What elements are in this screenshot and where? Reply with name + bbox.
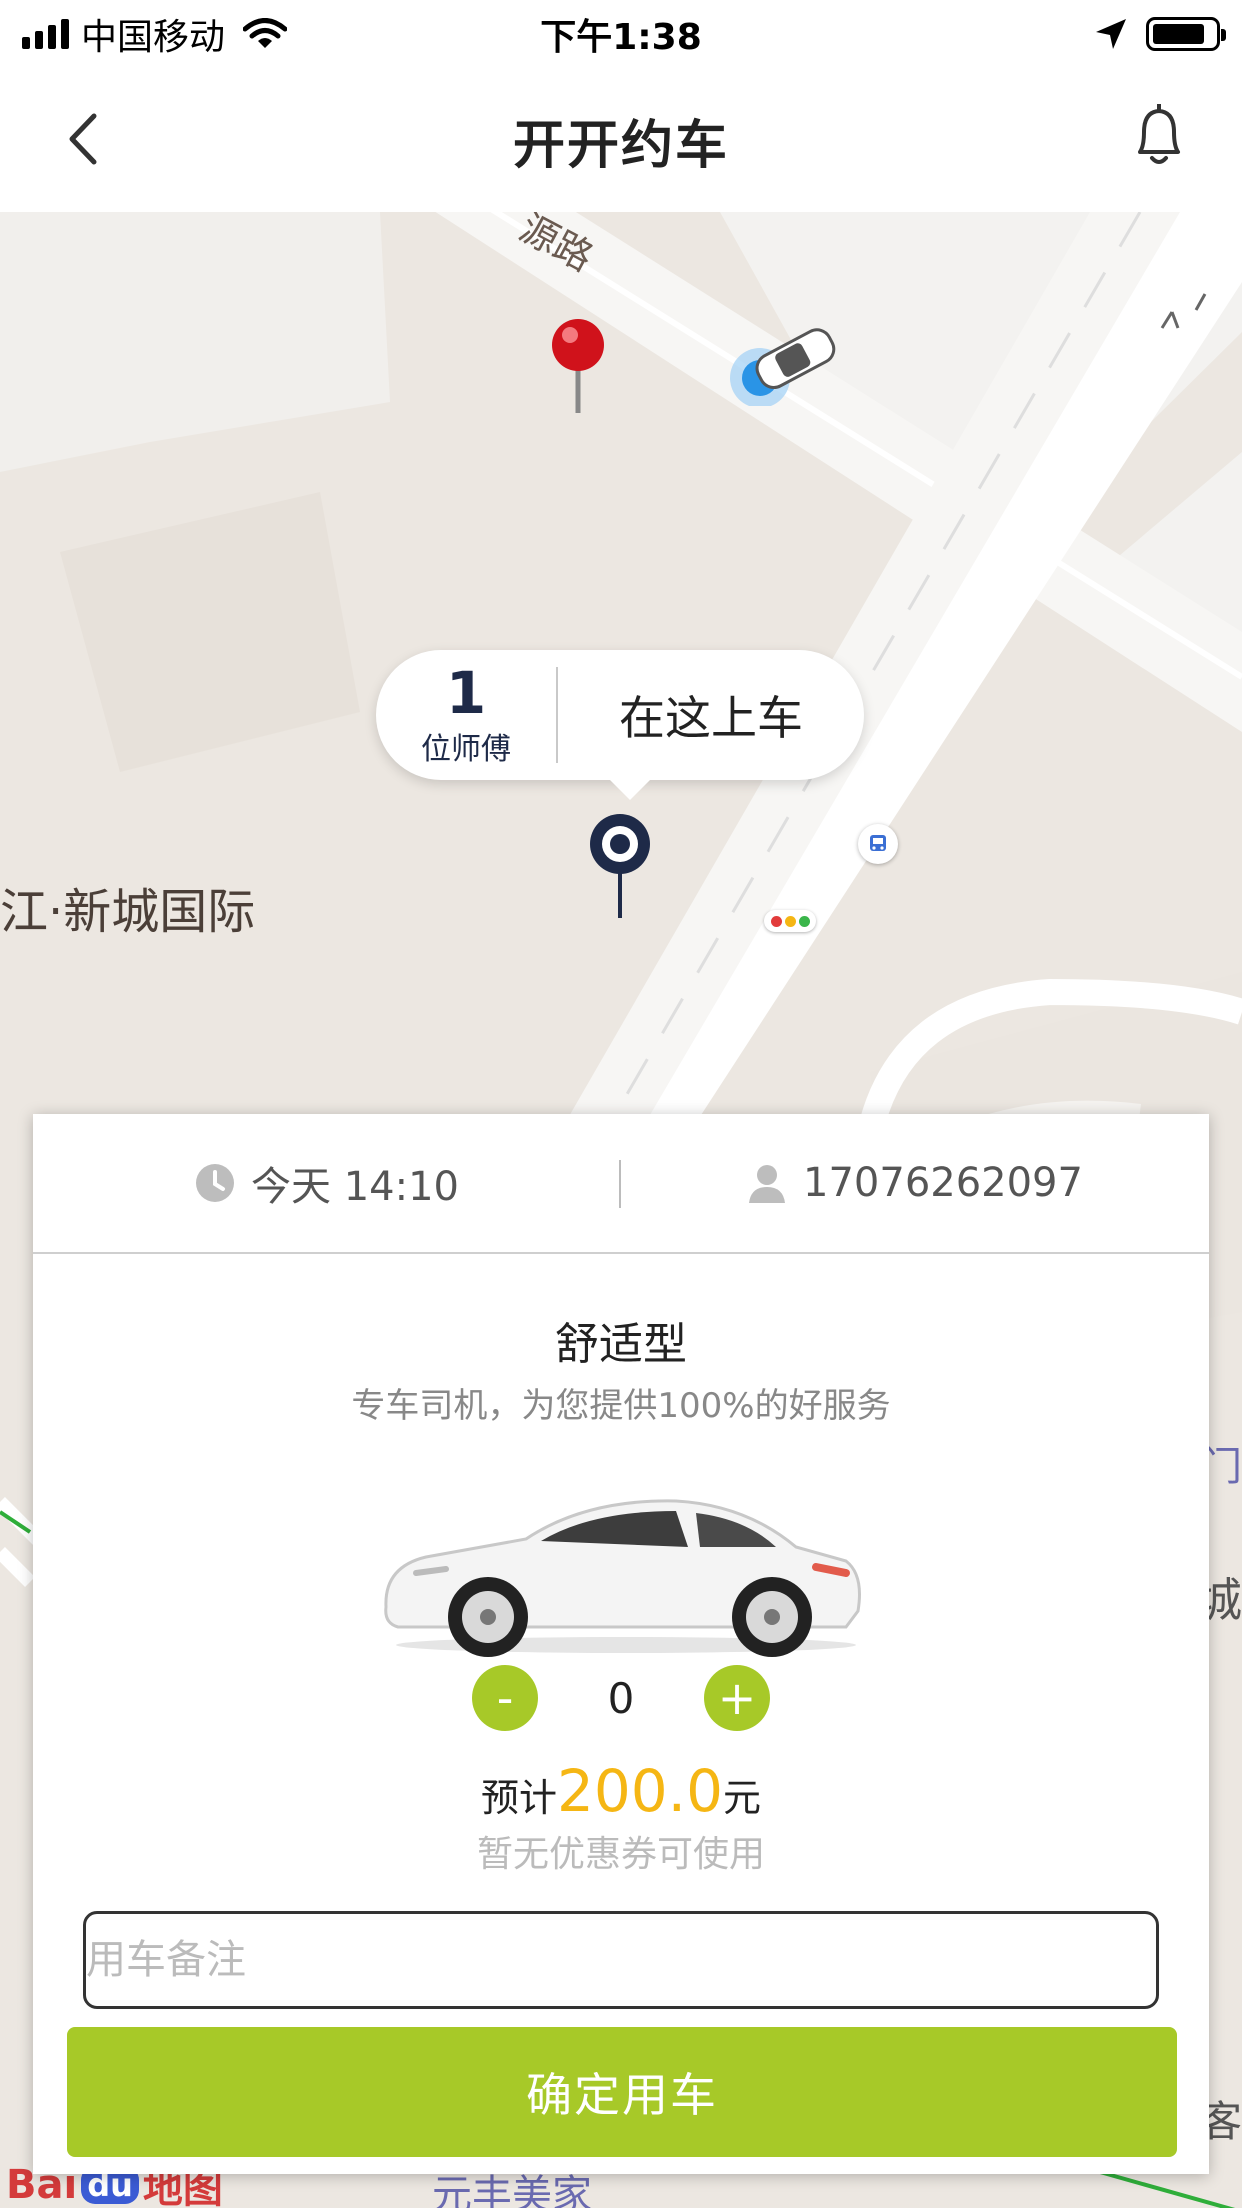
departure-time[interactable]: 今天 14:10 — [33, 1154, 621, 1212]
car-image — [384, 1499, 861, 1657]
pickup-pin-icon[interactable] — [585, 810, 655, 920]
person-icon — [749, 1165, 786, 1203]
destination-pin-icon[interactable] — [550, 317, 610, 417]
confirm-button[interactable]: 确定用车 — [67, 2027, 1177, 2157]
order-info-row: 今天 14:10 17076262097 — [33, 1114, 1209, 1254]
price-value: 200.0 — [556, 1757, 724, 1825]
wifi-icon — [243, 18, 288, 48]
clock-icon — [196, 1164, 234, 1202]
chevron-left-icon[interactable] — [58, 104, 108, 174]
price-prefix: 预计 — [480, 1776, 557, 1820]
car-type-title: 舒适型 — [555, 1319, 687, 1370]
traffic-light-icon — [764, 910, 816, 932]
passenger-phone[interactable]: 17076262097 — [621, 1160, 1209, 1206]
estimated-price: 预计200.0元 — [33, 1757, 1209, 1825]
decrease-button[interactable]: - — [472, 1665, 538, 1731]
battery-level — [1153, 24, 1204, 44]
info-divider — [619, 1160, 621, 1208]
nav-bar: 开开约车 — [0, 68, 1242, 212]
battery-icon — [1146, 17, 1226, 51]
passenger-phone-text: 17076262097 — [803, 1160, 1083, 1206]
driver-count: 1 — [445, 659, 487, 727]
increase-button[interactable]: + — [704, 1665, 770, 1731]
pickup-bubble[interactable]: 1 位师傅 在这上车 — [376, 650, 864, 800]
location-arrow-icon — [1096, 19, 1126, 49]
departure-time-text: 今天 14:10 — [251, 1164, 459, 1210]
coupon-status[interactable]: 暂无优惠券可使用 — [33, 1825, 1209, 1877]
pickup-here-button[interactable]: 在这上车 — [558, 682, 864, 748]
carrier-name: 中国移动 — [81, 17, 226, 58]
bell-icon[interactable] — [1128, 98, 1190, 172]
bus-stop-icon[interactable] — [858, 824, 898, 864]
place-label: 江·新城国际 — [0, 884, 256, 940]
quantity-value: 0 — [607, 1673, 635, 1723]
driver-count-label: 位师傅 — [421, 732, 511, 767]
remark-input[interactable] — [83, 1911, 1159, 2009]
page-title: 开开约车 — [512, 115, 729, 176]
driver-count-block: 1 位师傅 — [376, 662, 556, 768]
signal-icon — [22, 19, 69, 49]
car-location-icon[interactable] — [724, 316, 844, 406]
car-type-description: 专车司机，为您提供100%的好服务 — [351, 1386, 891, 1426]
order-card: 今天 14:10 17076262097 舒适型 专车司机，为您提供100%的好… — [33, 1114, 1209, 2174]
price-unit: 元 — [723, 1776, 762, 1820]
status-bar: 中国移动 下午1:38 — [0, 0, 1242, 68]
quantity-stepper: - 0 + — [33, 1665, 1209, 1731]
